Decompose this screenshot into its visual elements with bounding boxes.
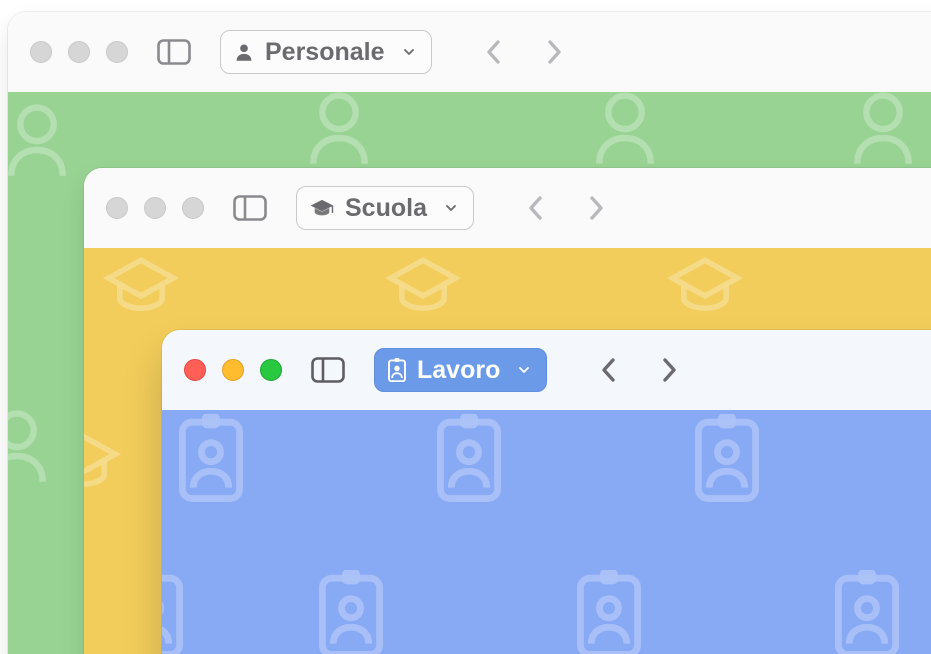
minimize-button[interactable] xyxy=(144,197,166,219)
sidebar-toggle-icon[interactable] xyxy=(228,190,272,226)
person-icon xyxy=(233,41,255,63)
nav-back-button[interactable] xyxy=(599,360,619,380)
nav-arrows xyxy=(526,198,606,218)
chevron-down-icon xyxy=(443,200,459,216)
minimize-button[interactable] xyxy=(222,359,244,381)
close-button[interactable] xyxy=(30,41,52,63)
nav-forward-button[interactable] xyxy=(659,360,679,380)
traffic-lights xyxy=(30,41,128,63)
profile-label: Personale xyxy=(265,38,385,67)
profile-selector[interactable]: Lavoro xyxy=(374,348,547,392)
nav-back-button[interactable] xyxy=(526,198,546,218)
close-button[interactable] xyxy=(184,359,206,381)
nav-back-button[interactable] xyxy=(484,42,504,62)
fullscreen-button[interactable] xyxy=(106,41,128,63)
fullscreen-button[interactable] xyxy=(182,197,204,219)
gradcap-icon xyxy=(309,197,335,219)
sidebar-toggle-icon[interactable] xyxy=(306,352,350,388)
minimize-button[interactable] xyxy=(68,41,90,63)
nav-arrows xyxy=(599,360,679,380)
chevron-down-icon xyxy=(516,362,532,378)
titlebar: Scuola xyxy=(84,168,931,248)
nav-forward-button[interactable] xyxy=(586,198,606,218)
profile-label: Scuola xyxy=(345,194,427,223)
window-lavoro: Lavoro xyxy=(162,330,931,654)
nav-forward-button[interactable] xyxy=(544,42,564,62)
fullscreen-button[interactable] xyxy=(260,359,282,381)
profile-label: Lavoro xyxy=(417,356,500,385)
sidebar-toggle-icon[interactable] xyxy=(152,34,196,70)
traffic-lights xyxy=(106,197,204,219)
traffic-lights xyxy=(184,359,282,381)
nav-arrows xyxy=(484,42,564,62)
window-body xyxy=(162,410,931,654)
profile-selector[interactable]: Scuola xyxy=(296,186,474,230)
titlebar: Lavoro xyxy=(162,330,931,410)
close-button[interactable] xyxy=(106,197,128,219)
chevron-down-icon xyxy=(401,44,417,60)
idbadge-icon xyxy=(387,358,407,382)
titlebar: Personale xyxy=(8,12,931,92)
profile-selector[interactable]: Personale xyxy=(220,30,432,74)
